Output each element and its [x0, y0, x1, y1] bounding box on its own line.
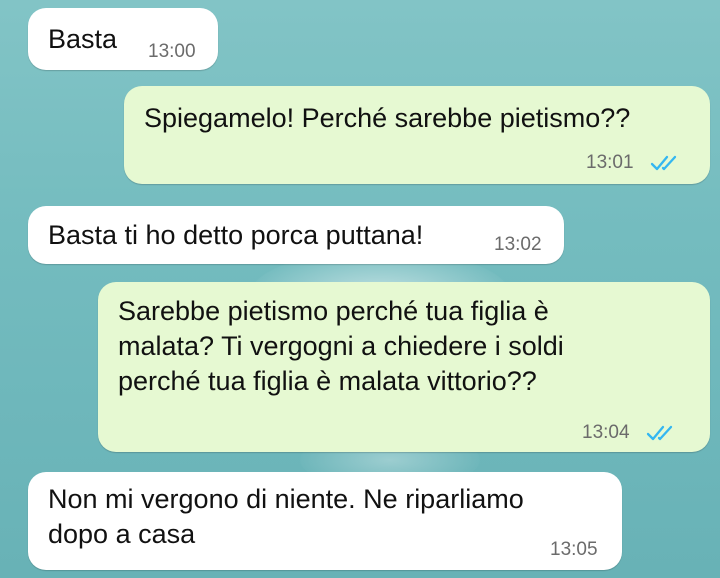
double-check-icon: [650, 155, 677, 171]
message-bubble-incoming[interactable]: Basta ti ho detto porca puttana! 13:02: [28, 206, 564, 264]
message-time: 13:04: [582, 422, 630, 443]
double-check-icon: [646, 425, 673, 441]
message-text: Non mi vergono di niente. Ne riparliamo …: [48, 484, 524, 549]
message-text: Sarebbe pietismo perché tua figlia è mal…: [118, 296, 564, 396]
message-bubble-incoming[interactable]: Non mi vergono di niente. Ne riparliamo …: [28, 472, 622, 570]
message-bubble-outgoing[interactable]: Sarebbe pietismo perché tua figlia è mal…: [98, 282, 710, 452]
message-text: Spiegamelo! Perché sarebbe pietismo??: [144, 103, 631, 133]
message-time: 13:02: [494, 234, 542, 255]
message-text: Basta: [48, 24, 118, 54]
message-time: 13:05: [550, 539, 598, 560]
message-time: 13:00: [148, 41, 196, 62]
message-time: 13:01: [586, 152, 634, 173]
message-bubble-outgoing[interactable]: Spiegamelo! Perché sarebbe pietismo?? 13…: [124, 86, 710, 184]
message-bubble-incoming[interactable]: Basta 13:00: [28, 8, 218, 70]
message-text: Basta ti ho detto porca puttana!: [48, 220, 424, 250]
